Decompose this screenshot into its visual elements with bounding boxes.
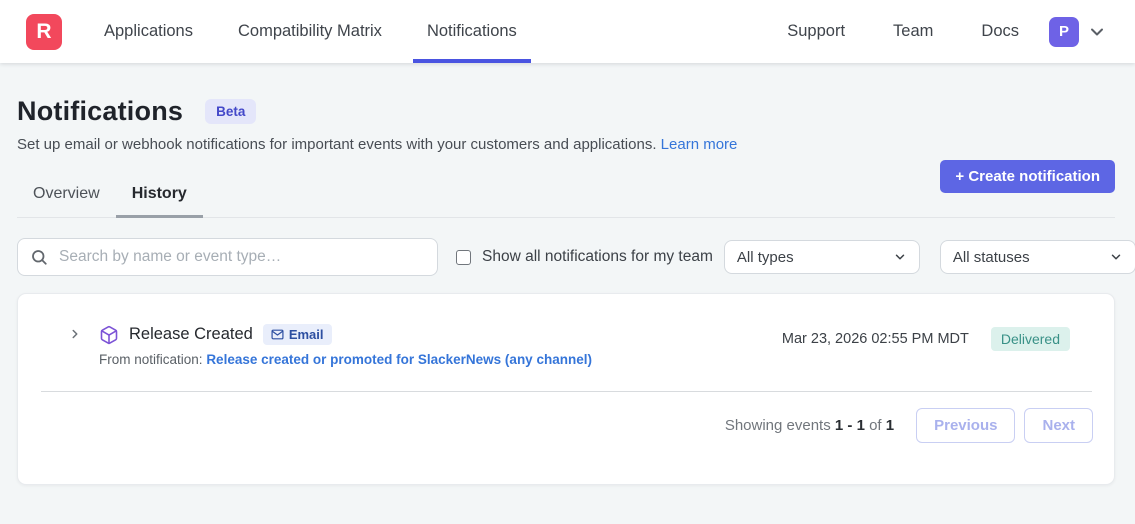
- envelope-icon: [271, 328, 284, 341]
- type-filter-value: All types: [737, 249, 794, 266]
- account-menu-chevron-down-icon[interactable]: [1087, 22, 1107, 42]
- package-icon: [99, 325, 119, 345]
- top-nav-bar: R Applications Compatibility Matrix Noti…: [0, 0, 1135, 63]
- event-meta: Mar 23, 2026 02:55 PM MDT Delivered: [782, 327, 1070, 351]
- avatar-letter: P: [1059, 23, 1069, 40]
- pagination-of: of: [869, 417, 882, 434]
- search-input[interactable]: [57, 247, 425, 267]
- pagination-total: 1: [886, 417, 894, 434]
- next-page-button[interactable]: Next: [1024, 408, 1093, 443]
- primary-nav: Applications Compatibility Matrix Notifi…: [90, 0, 531, 63]
- chevron-down-icon: [1109, 250, 1123, 264]
- nav-item-compatibility-matrix[interactable]: Compatibility Matrix: [224, 0, 396, 63]
- create-notification-button[interactable]: + Create notification: [940, 160, 1115, 193]
- event-main: Release Created Email From notification:…: [99, 324, 592, 367]
- events-card: Release Created Email From notification:…: [17, 293, 1115, 485]
- status-filter-select[interactable]: All statuses: [940, 240, 1135, 274]
- type-filter-select[interactable]: All types: [724, 240, 920, 274]
- status-filter-value: All statuses: [953, 249, 1030, 266]
- team-notifications-checkbox-label[interactable]: Show all notifications for my team: [482, 248, 713, 266]
- team-notifications-checkbox[interactable]: [456, 250, 471, 265]
- tab-history[interactable]: History: [116, 174, 203, 218]
- app-logo[interactable]: R: [26, 14, 62, 50]
- event-timestamp: Mar 23, 2026 02:55 PM MDT: [782, 331, 969, 347]
- nav-item-support[interactable]: Support: [773, 22, 859, 41]
- event-title-line: Release Created Email: [99, 324, 592, 345]
- secondary-nav: Support Team Docs: [773, 22, 1033, 41]
- beta-badge: Beta: [205, 99, 256, 124]
- email-channel-badge: Email: [263, 324, 332, 345]
- learn-more-link[interactable]: Learn more: [661, 136, 738, 153]
- page-description: Set up email or webhook notifications fo…: [17, 136, 1115, 153]
- search-box: [17, 238, 438, 276]
- avatar[interactable]: P: [1049, 17, 1079, 47]
- pagination-summary: Showing events 1 - 1 of 1: [725, 417, 894, 434]
- nav-item-team[interactable]: Team: [879, 22, 947, 41]
- search-icon: [30, 248, 48, 266]
- description-text: Set up email or webhook notifications fo…: [17, 136, 657, 153]
- page-title-row: Notifications Beta: [17, 96, 1115, 127]
- event-row[interactable]: Release Created Email From notification:…: [18, 294, 1114, 391]
- chevron-down-icon: [893, 250, 907, 264]
- source-notification-link[interactable]: Release created or promoted for SlackerN…: [206, 352, 592, 367]
- pagination-prefix: Showing events: [725, 417, 831, 434]
- previous-page-button[interactable]: Previous: [916, 408, 1015, 443]
- filter-row: Show all notifications for my team All t…: [17, 238, 1115, 276]
- tab-overview[interactable]: Overview: [17, 174, 116, 218]
- email-badge-label: Email: [289, 327, 324, 342]
- logo-letter: R: [36, 20, 51, 44]
- event-title: Release Created: [129, 325, 253, 344]
- pagination-bar: Showing events 1 - 1 of 1 Previous Next: [18, 392, 1114, 443]
- nav-item-notifications[interactable]: Notifications: [413, 0, 531, 63]
- nav-item-applications[interactable]: Applications: [90, 0, 207, 63]
- event-source-line: From notification: Release created or pr…: [99, 352, 592, 367]
- expand-chevron-right-icon[interactable]: [68, 327, 82, 341]
- nav-item-docs[interactable]: Docs: [967, 22, 1033, 41]
- page-title: Notifications: [17, 96, 183, 127]
- from-notification-label: From notification:: [99, 352, 203, 367]
- pagination-range: 1 - 1: [835, 417, 865, 434]
- status-badge: Delivered: [991, 327, 1070, 351]
- notifications-page: Notifications Beta + Create notification…: [0, 96, 1135, 485]
